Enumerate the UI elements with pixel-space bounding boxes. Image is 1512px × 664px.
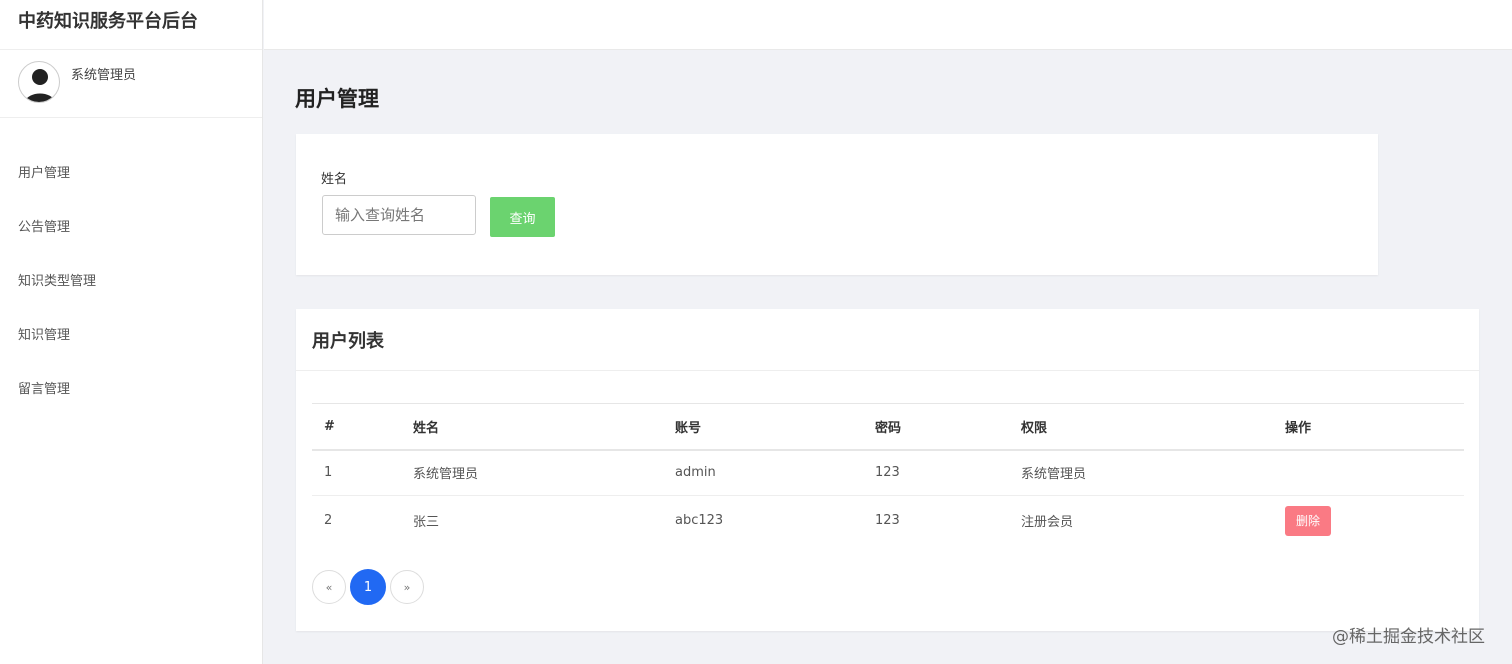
column-header-index: # — [312, 403, 401, 451]
cell-account: abc123 — [675, 513, 724, 529]
table-row: 2 张三 abc123 123 注册会员 删除 — [312, 496, 1464, 546]
cell-password: 123 — [863, 449, 1009, 496]
column-header-account: 账号 — [663, 403, 863, 451]
sidebar-nav: 用户管理 公告管理 知识类型管理 知识管理 留言管理 — [0, 118, 262, 414]
cell-role: 系统管理员 — [1009, 449, 1273, 496]
delete-button[interactable]: 删除 — [1285, 505, 1331, 536]
app-title: 中药知识服务平台后台 — [0, 0, 262, 50]
pagination-next-button[interactable]: » — [390, 570, 424, 604]
user-name: 系统管理员 — [71, 68, 137, 83]
page-title: 用户管理 — [295, 87, 379, 111]
sidebar-item-message-management[interactable]: 留言管理 — [0, 360, 262, 414]
cell-index: 1 — [312, 449, 401, 496]
pagination-prev-button[interactable]: « — [312, 570, 346, 604]
cell-action: 删除 — [1273, 496, 1464, 546]
user-list-panel: 用户列表 # 姓名 账号 密码 权限 操作 1 系统管理员 admin 123 … — [296, 309, 1479, 631]
query-button[interactable]: 查询 — [490, 197, 555, 237]
sidebar-item-knowledge-management[interactable]: 知识管理 — [0, 306, 262, 360]
sidebar-item-user-management[interactable]: 用户管理 — [0, 144, 262, 198]
avatar-icon — [18, 61, 60, 103]
table-row: 1 系统管理员 admin 123 系统管理员 — [312, 449, 1464, 496]
table-header-row: # 姓名 账号 密码 权限 操作 — [312, 403, 1464, 451]
sidebar-item-announcement-management[interactable]: 公告管理 — [0, 198, 262, 252]
search-panel: 姓名 查询 — [296, 134, 1378, 275]
column-header-password: 密码 — [863, 403, 1009, 451]
user-list-title: 用户列表 — [296, 309, 1479, 371]
cell-password: 123 — [875, 513, 900, 529]
column-header-name: 姓名 — [401, 403, 663, 451]
cell-role: 注册会员 — [1021, 515, 1074, 531]
pagination-page-button[interactable]: 1 — [350, 569, 386, 605]
watermark: @稀土掘金技术社区 — [1332, 627, 1485, 647]
column-header-role: 权限 — [1009, 403, 1273, 451]
name-field-label: 姓名 — [321, 172, 348, 187]
top-bar — [264, 0, 1512, 50]
cell-index: 2 — [324, 513, 333, 529]
sidebar-item-knowledge-type-management[interactable]: 知识类型管理 — [0, 252, 262, 306]
pagination: « 1 » — [312, 569, 428, 605]
cell-name: 张三 — [413, 515, 440, 531]
column-header-action: 操作 — [1273, 403, 1464, 451]
cell-action — [1273, 449, 1464, 496]
cell-account: admin — [663, 449, 863, 496]
user-table: # 姓名 账号 密码 权限 操作 1 系统管理员 admin 123 系统管理员… — [312, 403, 1464, 546]
name-search-input[interactable] — [322, 195, 476, 235]
cell-name: 系统管理员 — [401, 449, 663, 496]
sidebar: 中药知识服务平台后台 系统管理员 用户管理 公告管理 知识类型管理 知识管理 留… — [0, 0, 263, 664]
user-panel: 系统管理员 — [0, 50, 262, 118]
